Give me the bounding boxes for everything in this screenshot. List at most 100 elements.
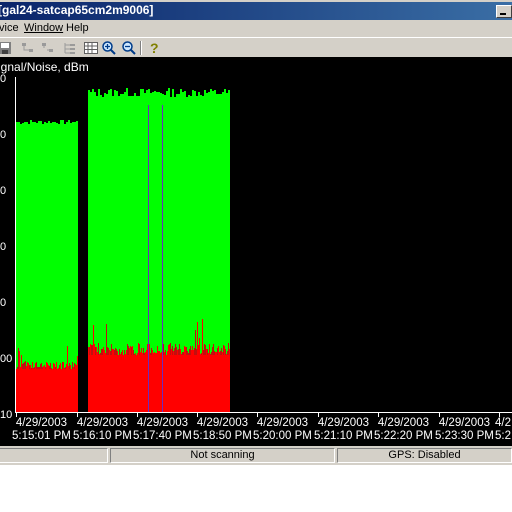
noise-trace-tick [73, 367, 74, 369]
noise-trace-tick [124, 350, 125, 355]
noise-trace-tick [75, 364, 76, 369]
noise-trace-tick [20, 367, 21, 369]
signal-trace-tick [122, 94, 124, 98]
noise-trace-tick [107, 347, 108, 355]
noise-trace-tick [65, 367, 66, 369]
noise-trace-tick [137, 353, 138, 355]
noise-trace-tick [192, 346, 193, 355]
signal-trace-tick [132, 96, 134, 98]
zoom-in-icon[interactable] [101, 40, 117, 56]
noise-trace-tick [171, 349, 172, 355]
signal-trace-tick [110, 89, 112, 98]
x-tick-label-4: 4/29/2003 5:18:50 PM [193, 417, 252, 443]
signal-trace-tick [64, 124, 66, 125]
signal-trace-tick [34, 122, 36, 125]
noise-trace-tick [153, 353, 154, 355]
noise-trace-tick [108, 348, 109, 355]
noise-trace-tick [185, 347, 186, 355]
signal-trace-tick [124, 92, 126, 98]
noise-trace-tick [54, 364, 55, 369]
noise-trace-tick [158, 351, 159, 355]
noise-trace-tick [51, 368, 52, 369]
noise-trace-tick [163, 344, 164, 355]
grid-icon[interactable] [83, 40, 99, 56]
signal-trace-tick [222, 92, 224, 98]
signal-trace-tick [44, 122, 46, 125]
noise-trace-tick [184, 346, 185, 355]
noise-trace-tick [196, 349, 197, 355]
signal-trace-tick [22, 123, 24, 125]
app-window: [gal24-satcap65cm2m9006] vice Window Hel… [0, 0, 512, 465]
signal-trace-tick [174, 97, 176, 98]
menu-window[interactable]: Window [24, 22, 63, 34]
x-tick-label-6: 4/29/2003 5:21:10 PM [314, 417, 373, 443]
noise-trace-tick [30, 365, 31, 369]
noise-trace-tick [193, 350, 194, 355]
noise-trace-tick [40, 364, 41, 369]
noise-trace-tick [138, 343, 139, 355]
noise-trace-tick [173, 351, 174, 355]
noise-trace-tick [49, 366, 50, 369]
noise-trace-tick [64, 368, 65, 369]
noise-trace-tick [110, 351, 111, 355]
noise-trace-tick [120, 354, 121, 355]
noise-trace-tick [134, 354, 135, 355]
signal-trace-tick [126, 88, 128, 98]
minimize-button[interactable] [496, 5, 512, 18]
x-tick-date: 4/29/2003 [438, 417, 490, 429]
noise-trace-tick [32, 362, 33, 369]
noise-segment-1 [16, 369, 78, 412]
noise-trace-tick [154, 352, 155, 355]
noise-trace-tick [99, 354, 100, 355]
noise-trace-tick [50, 363, 51, 369]
signal-trace-tick [116, 91, 118, 98]
help-icon[interactable]: ? [146, 40, 162, 56]
noise-trace-tick [204, 344, 205, 355]
noise-trace-tick [139, 344, 140, 355]
tree-icon[interactable] [62, 40, 78, 56]
noise-trace-tick [195, 330, 196, 355]
x-tick-date: 4/29/2003 [76, 417, 128, 429]
signal-trace-tick [118, 96, 120, 98]
disconnect-icon[interactable] [40, 40, 56, 56]
signal-trace-tick [210, 89, 212, 98]
noise-trace-tick [39, 367, 40, 369]
noise-trace-tick [170, 343, 171, 355]
noise-trace-tick [121, 352, 122, 355]
menu-device[interactable]: vice [0, 22, 19, 34]
noise-trace-tick [42, 367, 43, 369]
noise-trace-tick [22, 364, 23, 369]
noise-trace-tick [37, 367, 38, 369]
connect-icon[interactable] [20, 40, 36, 56]
signal-trace-tick [66, 122, 68, 125]
x-tick-time: 5:18:50 PM [193, 430, 252, 442]
menu-help[interactable]: Help [66, 22, 89, 34]
x-tick-date: 4/29/2003 [15, 417, 67, 429]
signal-trace-tick [166, 91, 168, 98]
noise-trace-tick [60, 363, 61, 369]
zoom-out-icon[interactable] [121, 40, 137, 56]
noise-trace-tick [74, 363, 75, 369]
x-tick-time: 5:16:10 PM [73, 430, 132, 442]
title-bar[interactable]: [gal24-satcap65cm2m9006] [0, 2, 512, 20]
signal-trace-tick [190, 96, 192, 98]
signal-trace-tick [30, 120, 32, 125]
menu-help-label: Help [66, 22, 89, 34]
signal-trace-tick [164, 95, 166, 98]
noise-trace-tick [209, 344, 210, 355]
noise-trace-tick [72, 362, 73, 369]
signal-trace-tick [60, 120, 62, 125]
save-icon[interactable] [0, 40, 14, 56]
noise-trace-tick [221, 348, 222, 355]
noise-trace-tick [222, 352, 223, 355]
noise-trace-tick [186, 347, 187, 355]
noise-trace-tick [144, 353, 145, 355]
x-tick-label-1: 4/29/2003 5:15:01 PM [12, 417, 71, 443]
noise-trace-tick [141, 348, 142, 355]
signal-trace-tick [112, 96, 114, 98]
signal-trace-tick [224, 89, 226, 98]
noise-trace-tick [102, 349, 103, 355]
signal-trace-tick [180, 89, 182, 98]
noise-trace-tick [161, 352, 162, 355]
x-tick-label-8: 4/29/2003 5:23:30 PM [435, 417, 494, 443]
